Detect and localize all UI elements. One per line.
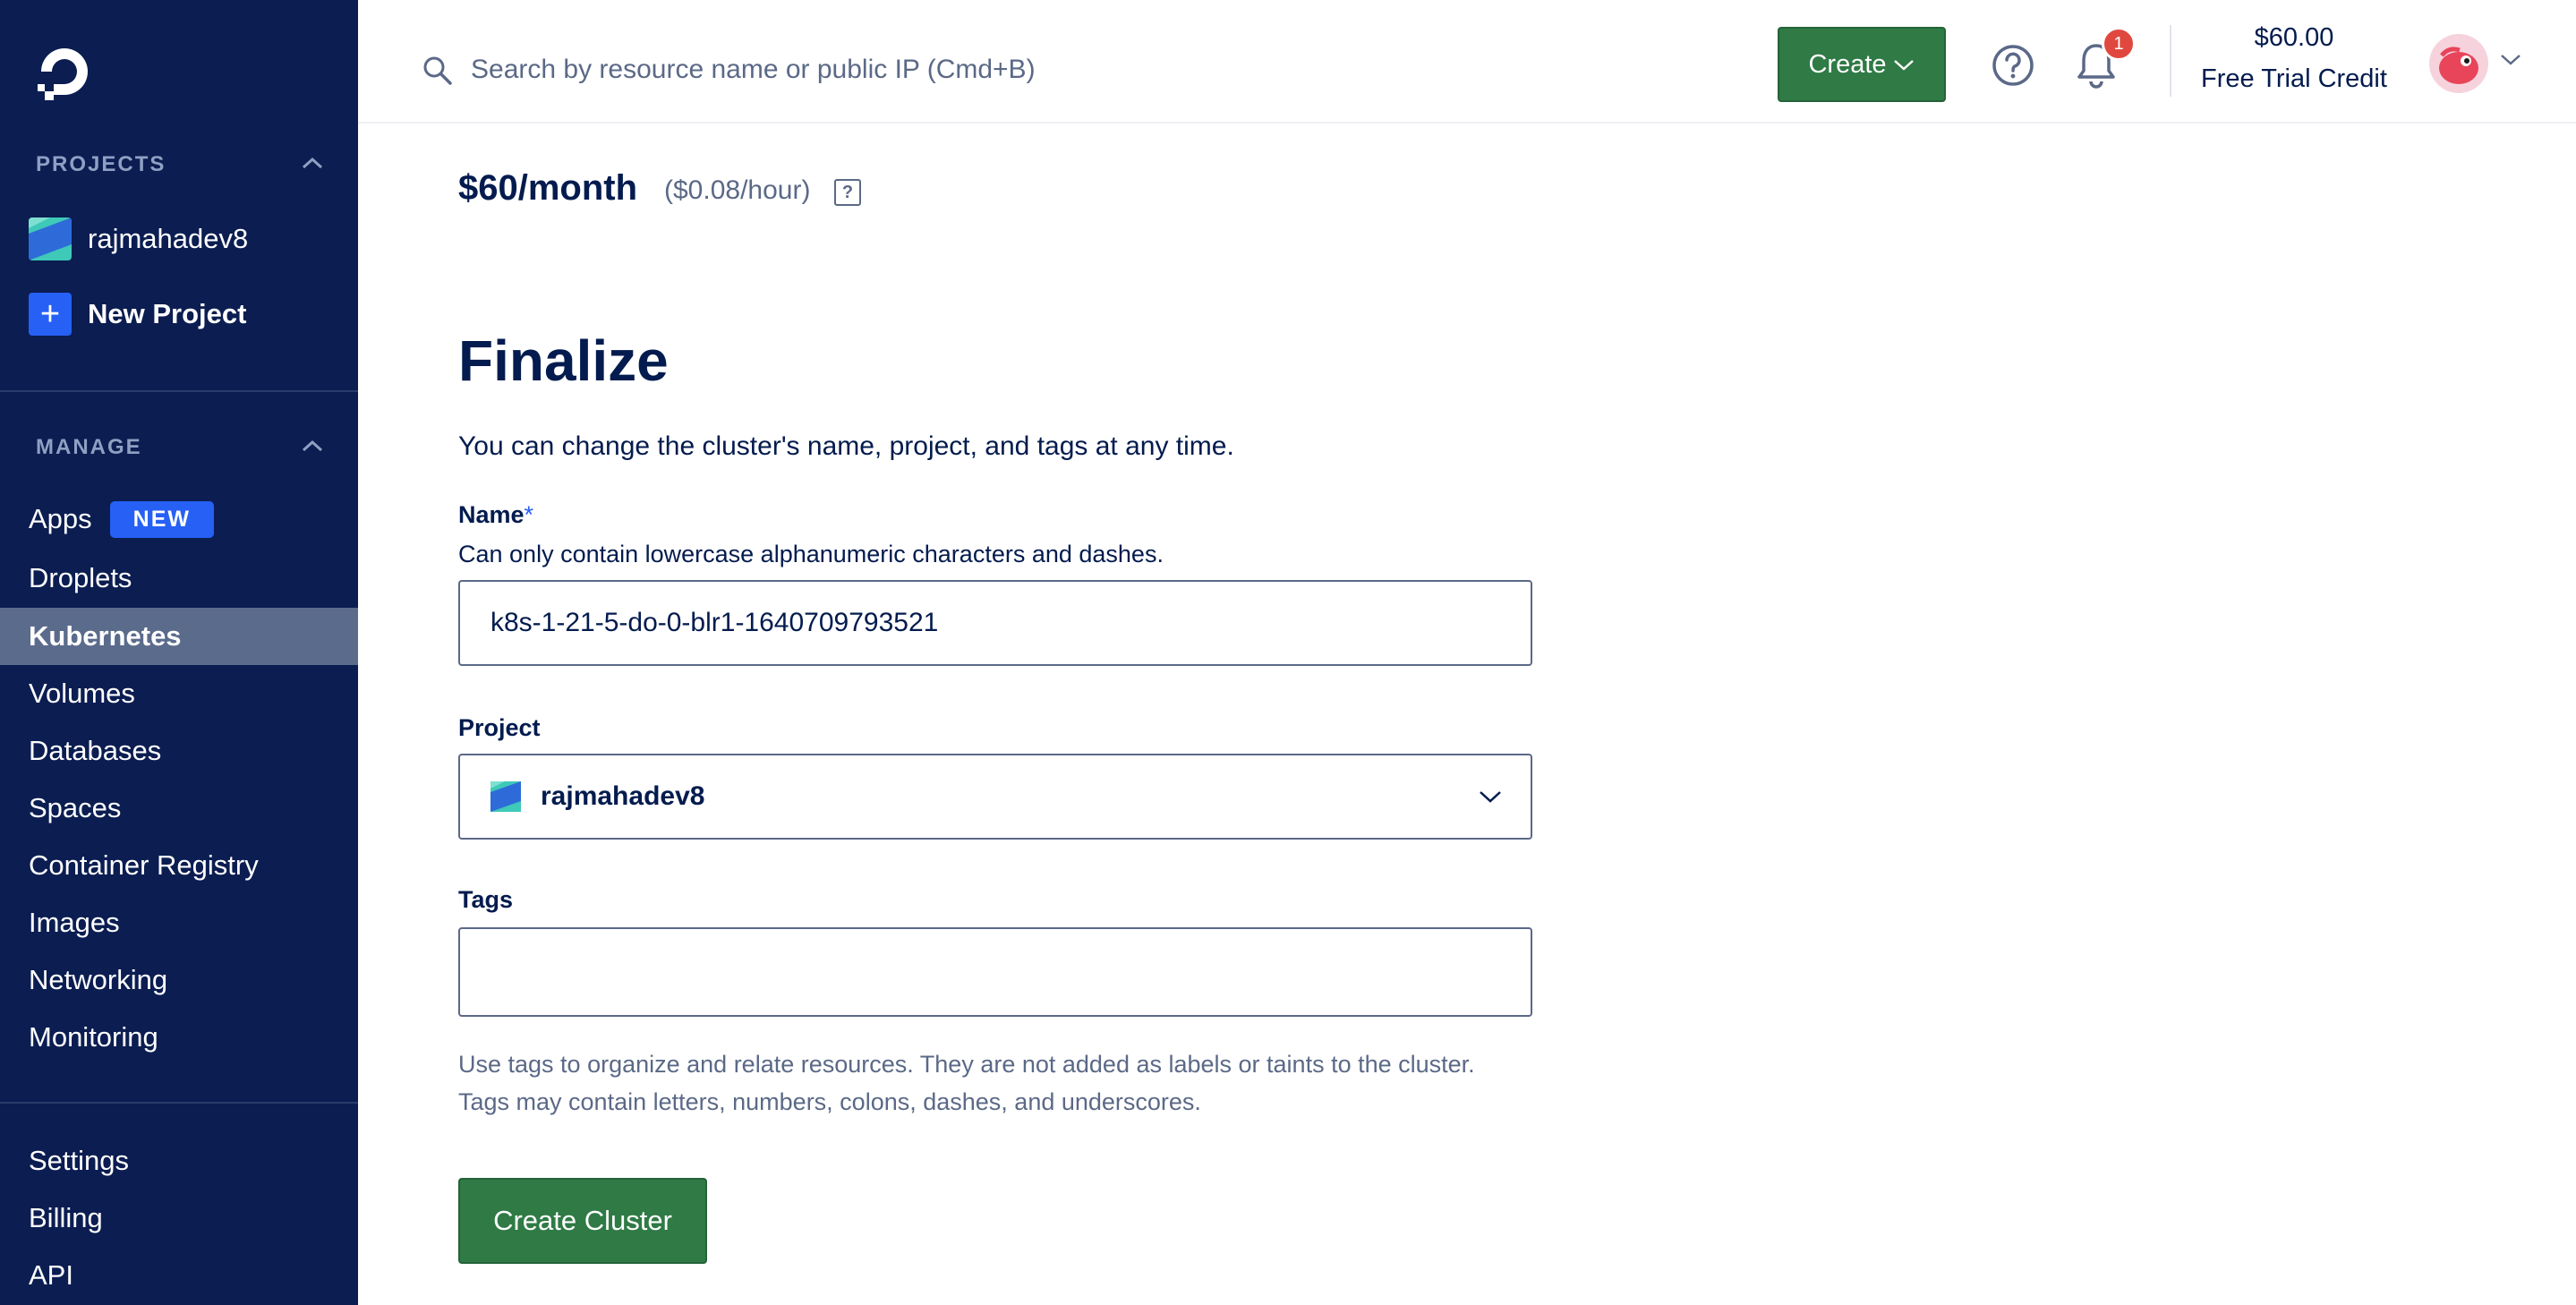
sidebar-item-droplets[interactable]: Droplets bbox=[0, 550, 358, 607]
sidebar-item-label: Billing bbox=[29, 1202, 103, 1233]
price-hourly: ($0.08/hour) bbox=[664, 175, 811, 205]
sidebar-item-volumes[interactable]: Volumes bbox=[0, 665, 358, 722]
project-select-value: rajmahadev8 bbox=[541, 781, 705, 811]
sidebar-item-networking[interactable]: Networking bbox=[0, 951, 358, 1009]
price-monthly: $60/month bbox=[458, 168, 638, 208]
sidebar-item-label: Spaces bbox=[29, 792, 122, 823]
sidebar-item-spaces[interactable]: Spaces bbox=[0, 780, 358, 837]
sidebar-item-api[interactable]: API bbox=[0, 1247, 358, 1304]
avatar[interactable] bbox=[2429, 34, 2488, 93]
project-label: Project bbox=[458, 714, 541, 741]
sidebar-item-label: API bbox=[29, 1259, 73, 1291]
chevron-down-icon[interactable] bbox=[2499, 52, 2522, 68]
sidebar-item-label: Settings bbox=[29, 1145, 130, 1176]
name-label: Name* bbox=[458, 501, 533, 529]
new-project-button[interactable]: + New Project bbox=[29, 292, 246, 337]
price-help-icon[interactable]: ? bbox=[834, 179, 861, 206]
sidebar-item-label: Apps bbox=[29, 503, 92, 534]
search-icon bbox=[422, 55, 453, 86]
sidebar: PROJECTS rajmahadev8 + New Project MANAG… bbox=[0, 0, 358, 1305]
name-hint: Can only contain lowercase alphanumeric … bbox=[458, 541, 1164, 567]
credit-label: Free Trial Credit bbox=[2201, 64, 2387, 93]
sidebar-item-label: Container Registry bbox=[29, 849, 259, 881]
name-label-text: Name bbox=[458, 501, 525, 528]
project-swatch-icon bbox=[490, 781, 521, 812]
required-mark: * bbox=[524, 501, 534, 528]
cluster-name-field[interactable] bbox=[458, 580, 1532, 666]
sidebar-item-apps[interactable]: Apps NEW bbox=[0, 490, 358, 548]
chevron-up-icon[interactable] bbox=[299, 154, 326, 172]
project-select[interactable]: rajmahadev8 bbox=[458, 754, 1532, 840]
sidebar-item-label: Networking bbox=[29, 964, 168, 995]
manage-heading: MANAGE bbox=[36, 435, 142, 459]
projects-heading: PROJECTS bbox=[36, 152, 166, 176]
chevron-up-icon[interactable] bbox=[299, 437, 326, 455]
sidebar-divider bbox=[0, 1102, 358, 1104]
logo-icon[interactable] bbox=[34, 41, 95, 102]
new-project-label: New Project bbox=[88, 298, 247, 329]
help-circle-icon[interactable] bbox=[1991, 43, 2035, 88]
new-badge: NEW bbox=[109, 500, 214, 538]
project-swatch-icon bbox=[29, 218, 72, 260]
sidebar-item-label: Databases bbox=[29, 735, 162, 766]
tags-input[interactable] bbox=[458, 927, 1532, 1017]
create-button-label: Create bbox=[1808, 49, 1887, 79]
tags-hint-line1: Use tags to organize and relate resource… bbox=[458, 1051, 1475, 1078]
sidebar-divider bbox=[0, 390, 358, 392]
sidebar-item-monitoring[interactable]: Monitoring bbox=[0, 1009, 358, 1066]
sidebar-project-label: rajmahadev8 bbox=[88, 223, 249, 254]
chevron-down-icon bbox=[1893, 60, 1914, 71]
sidebar-item-kubernetes[interactable]: Kubernetes bbox=[0, 608, 358, 665]
create-menu-button[interactable]: Create bbox=[1778, 27, 1946, 102]
tags-hint-line2: Tags may contain letters, numbers, colon… bbox=[458, 1088, 1201, 1115]
sidebar-item-settings[interactable]: Settings bbox=[0, 1132, 358, 1190]
sidebar-item-label: Volumes bbox=[29, 678, 135, 709]
finalize-subtitle: You can change the cluster's name, proje… bbox=[458, 431, 1234, 461]
plus-icon: + bbox=[29, 293, 72, 336]
sidebar-item-label: Images bbox=[29, 907, 120, 938]
chevron-down-icon bbox=[1477, 788, 1504, 806]
page-title: Finalize bbox=[458, 328, 669, 393]
sidebar-project-rajmahadev8[interactable]: rajmahadev8 bbox=[29, 217, 248, 261]
sidebar-item-images[interactable]: Images bbox=[0, 894, 358, 951]
notification-count-badge: 1 bbox=[2102, 27, 2136, 61]
sidebar-item-billing[interactable]: Billing bbox=[0, 1190, 358, 1247]
sidebar-item-label: Monitoring bbox=[29, 1021, 158, 1053]
search-input[interactable] bbox=[471, 45, 1276, 95]
sidebar-item-container-registry[interactable]: Container Registry bbox=[0, 837, 358, 894]
credit-amount: $60.00 bbox=[2254, 23, 2334, 52]
sidebar-item-label: Kubernetes bbox=[29, 620, 182, 652]
sidebar-item-label: Droplets bbox=[29, 562, 132, 593]
create-cluster-button[interactable]: Create Cluster bbox=[458, 1178, 707, 1264]
sidebar-item-databases[interactable]: Databases bbox=[0, 722, 358, 780]
tags-label: Tags bbox=[458, 886, 514, 913]
